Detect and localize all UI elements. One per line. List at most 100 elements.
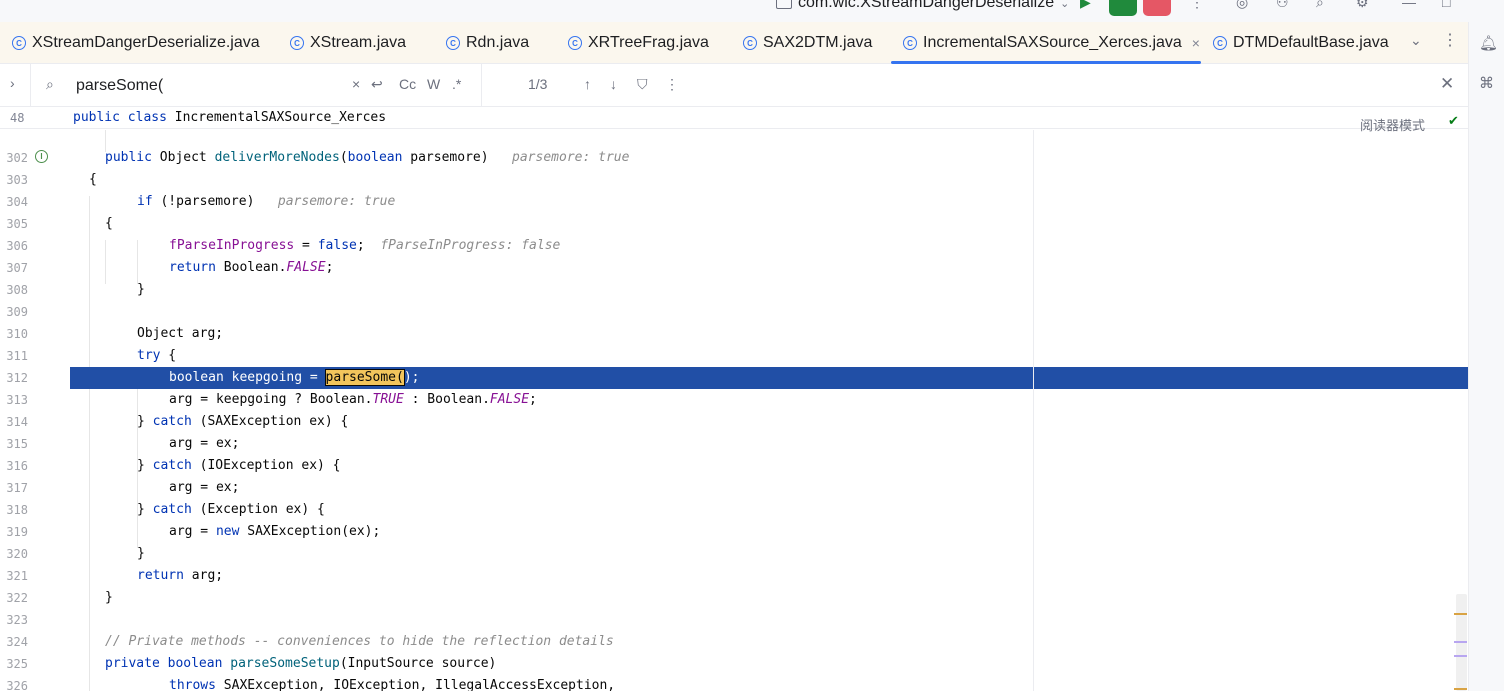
scrollbar-match-marker[interactable] [1454,688,1467,690]
maximize-icon[interactable]: □ [1442,0,1450,10]
line-number[interactable]: 324 [0,631,56,653]
tab-label: DTMDefaultBase.java [1233,34,1389,51]
more-options-icon[interactable]: ⋮ [665,76,679,93]
tab-dtmdefaultbase[interactable]: C DTMDefaultBase.java [1213,22,1389,64]
tab-actions-menu-icon[interactable]: ⋮ [1442,30,1458,50]
code-line-315: arg = ex; [169,436,240,451]
code-line-317: arg = ex; [169,480,240,495]
line-number[interactable]: 323 [0,609,56,631]
code-line-304: if (!parsemore) parsemore: true [137,194,396,209]
tab-rdn[interactable]: C Rdn.java [446,22,529,64]
clear-search-icon[interactable]: × [352,76,360,92]
tab-xstream[interactable]: C XStream.java [290,22,406,64]
new-line-icon[interactable]: ↩ [371,76,383,93]
class-icon: C [1213,36,1227,50]
stop-button[interactable] [1143,0,1171,16]
scrollbar-marker[interactable] [1454,655,1467,657]
settings-gear-icon[interactable]: ⚙ [1356,0,1369,11]
add-user-icon[interactable]: ⚇ [1276,0,1289,11]
folder-icon [776,0,792,9]
code-line-322: } [105,590,113,605]
line-number[interactable]: 313 [0,389,56,411]
line-number[interactable]: 310 [0,323,56,345]
debug-button[interactable] [1109,0,1137,16]
class-icon: C [446,36,460,50]
match-case-toggle[interactable]: Cc [399,76,416,92]
tab-incrementalsaxsource-xerces[interactable]: C IncrementalSAXSource_Xerces.java × [891,22,1201,64]
scrollbar-marker[interactable] [1454,641,1467,643]
code-line-324: // Private methods -- conveniences to hi… [105,634,614,649]
close-find-icon[interactable]: ✕ [1440,74,1454,94]
whole-words-toggle[interactable]: W [427,76,440,92]
search-history-icon[interactable]: ⌕ [46,76,54,93]
line-number[interactable]: 314 [0,411,56,433]
line-number[interactable]: 315 [0,433,56,455]
code-line-305: { [105,216,113,231]
code-line-320: } [137,546,145,561]
code-line-321: return arg; [137,568,224,583]
expand-replace-icon[interactable]: › [10,75,15,91]
line-number[interactable]: 303 [0,169,56,191]
line-number[interactable]: 320 [0,543,56,565]
code-with-me-icon[interactable]: ◎ [1236,0,1248,11]
close-tab-icon[interactable]: × [1192,35,1200,51]
line-number[interactable]: 305 [0,213,56,235]
line-number[interactable]: 309 [0,301,56,323]
line-number[interactable]: 306 [0,235,56,257]
line-number[interactable]: 325 [0,653,56,675]
class-icon: C [743,36,757,50]
class-icon: C [290,36,304,50]
class-icon: C [568,36,582,50]
line-number[interactable]: 307 [0,257,56,279]
minimize-icon[interactable]: — [1402,0,1416,10]
tab-xstreamdangerdeserialize[interactable]: C XStreamDangerDeserialize.java [12,22,260,64]
line-number[interactable]: 312 [0,367,56,389]
code-line-311: try { [137,348,177,363]
find-input[interactable] [76,74,336,98]
line-number[interactable]: 319 [0,521,56,543]
sticky-class-declaration: public class IncrementalSAXSource_Xerces [73,110,387,125]
code-line-306: fParseInProgress = false; fParseInProgre… [169,238,561,253]
tab-sax2dtm[interactable]: C SAX2DTM.java [743,22,872,64]
inspection-ok-icon[interactable]: ✔ [1448,113,1459,129]
run-icon[interactable]: ▶ [1080,0,1091,11]
tab-label: XRTreeFrag.java [588,34,709,51]
sticky-class-header[interactable]: 48 public class IncrementalSAXSource_Xer… [0,107,1468,129]
chevron-down-icon[interactable]: ⌄ [1410,32,1422,49]
more-actions-icon[interactable]: ⋮ [1190,0,1204,11]
code-line-303: { [89,172,97,187]
code-editor[interactable]: public Object deliverMoreNodes(boolean p… [70,130,1468,691]
sticky-line-number: 48 [10,111,25,125]
project-selector[interactable]: com.wlc.XStreamDangerDeserialize ⌄ [776,0,1069,12]
filter-icon[interactable]: ⛉ [637,76,648,93]
notifications-bell-icon[interactable]: 🔔︎ [1479,34,1498,52]
line-number[interactable]: 318 [0,499,56,521]
next-match-arrow-icon[interactable]: ↓ [610,76,617,92]
class-icon: C [12,36,26,50]
ai-assistant-icon[interactable]: ⌘ [1479,74,1497,92]
tab-label: XStream.java [310,34,407,51]
search-everywhere-icon[interactable]: ⌕ [1316,0,1324,11]
scrollbar-match-marker[interactable] [1454,613,1467,615]
previous-match-arrow-icon[interactable]: ↑ [584,76,591,92]
class-icon: C [903,36,917,50]
line-number[interactable]: 311 [0,345,56,367]
line-number[interactable]: 304 [0,191,56,213]
line-number[interactable]: 316 [0,455,56,477]
code-line-312-current: boolean keepgoing = parseSome(); [70,367,1468,389]
overrides-method-icon[interactable]: I [35,150,48,163]
regex-toggle[interactable]: .* [452,76,461,92]
search-match-highlight: parseSome( [324,369,405,386]
code-line-319: arg = new SAXException(ex); [169,524,381,539]
line-number[interactable]: 317 [0,477,56,499]
line-number[interactable]: 321 [0,565,56,587]
line-number[interactable]: 326 [0,675,56,691]
line-number[interactable]: 308 [0,279,56,301]
code-line-307: return Boolean.FALSE; [169,260,334,275]
line-number[interactable]: 322 [0,587,56,609]
inline-value-hint: parsemore: true [512,150,630,165]
title-bar: com.wlc.XStreamDangerDeserialize ⌄ ▶ ⋮ ◎… [0,0,1504,22]
code-line-318: } catch (Exception ex) { [137,502,325,517]
tab-xrtreefrag[interactable]: C XRTreeFrag.java [568,22,709,64]
code-line-313: arg = keepgoing ? Boolean.TRUE : Boolean… [169,392,537,407]
